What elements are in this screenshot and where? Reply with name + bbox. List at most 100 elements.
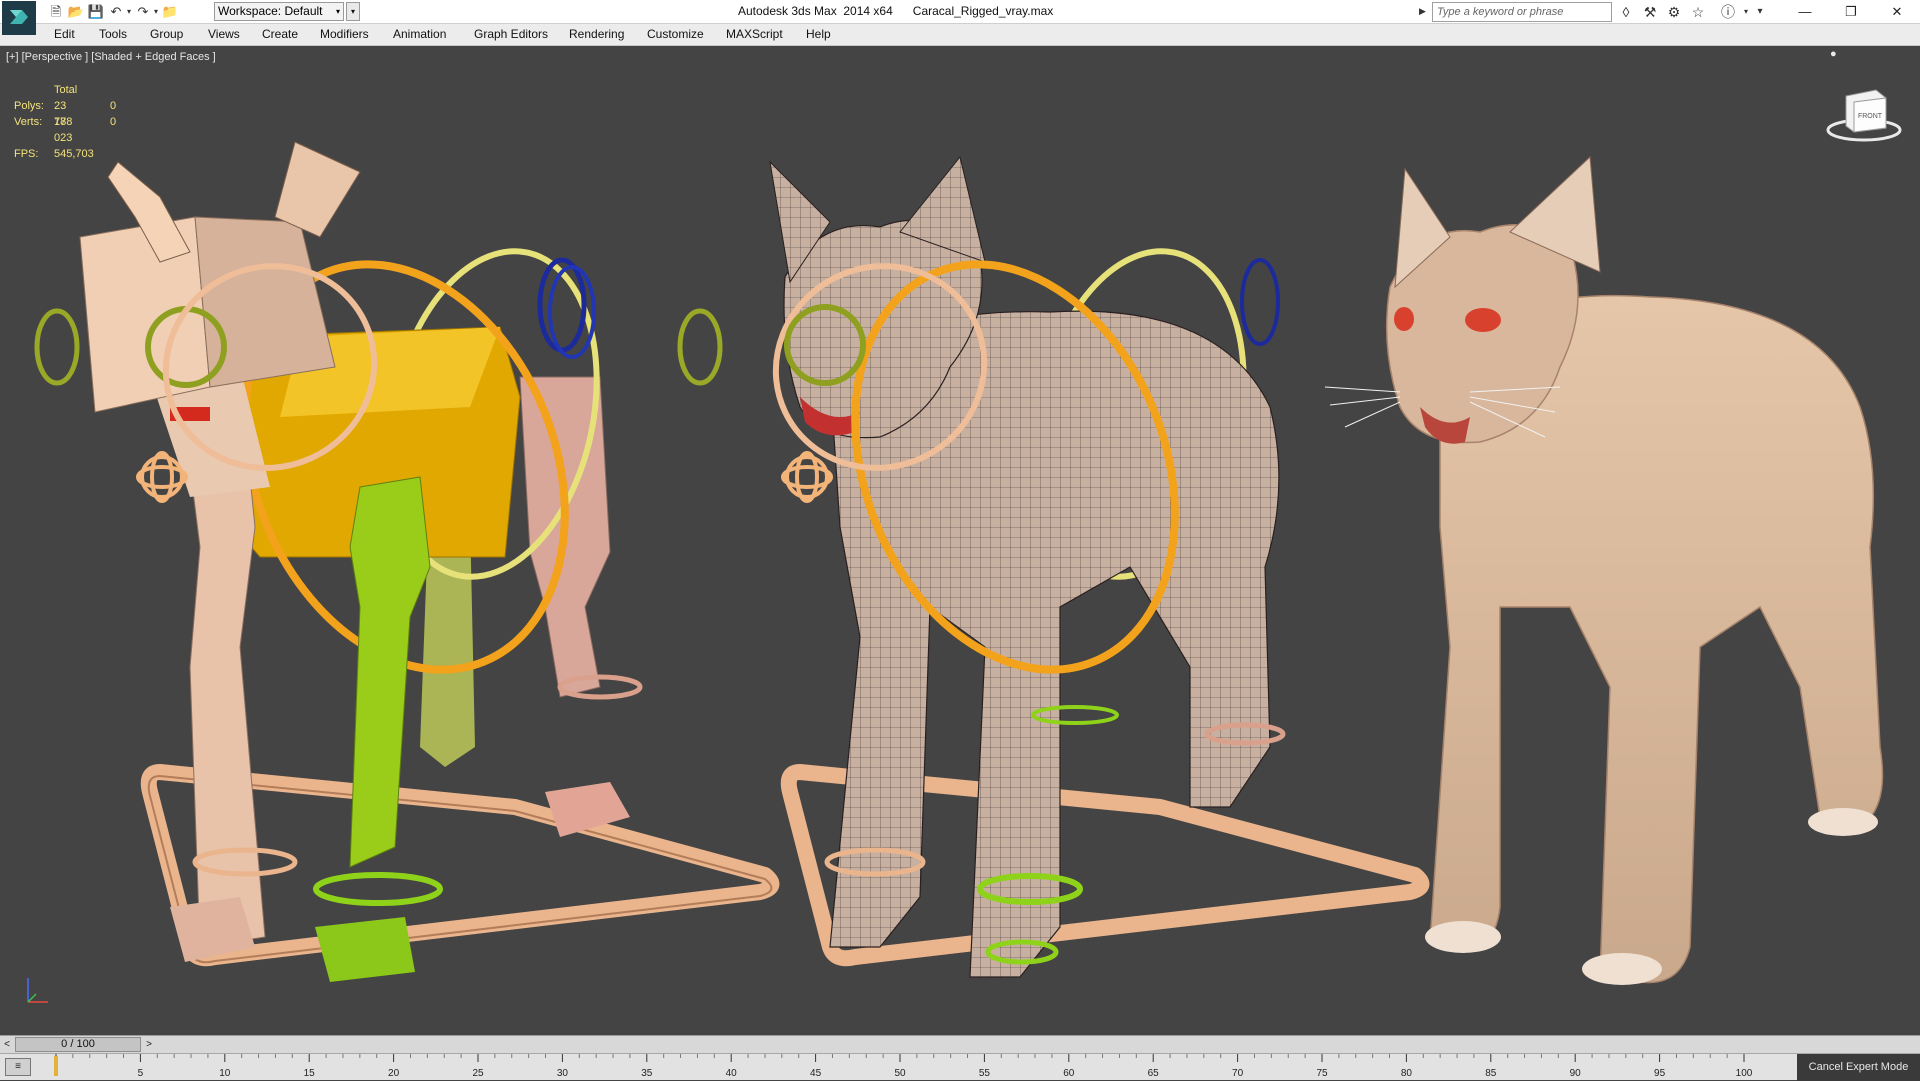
front-leg-left-bone[interactable] [184,426,266,948]
restore-icon[interactable]: ❐ [1828,0,1874,24]
current-frame-marker[interactable] [54,1056,58,1076]
head-side-bone[interactable] [194,216,336,388]
fps-label: FPS: [14,148,39,160]
time-slider[interactable]: 0 / 100 [15,1037,141,1052]
verts-value: 17 023 [54,116,73,144]
title-bar: 🗎 📂 💾 ↶ ▾ ↷ ▾ 📁 Workspace: Default ▾ ▾ A… [0,0,1920,35]
menu-edit[interactable]: Edit [54,27,75,41]
menu-group[interactable]: Group [150,27,183,41]
look-at-control-mid[interactable] [677,308,723,386]
menu-bar: Edit Tools Group Views Create Modifiers … [0,24,1920,46]
time-slider-bar: < 0 / 100 > [0,1035,1920,1053]
ruler-tick-label: 45 [810,1068,822,1079]
ruler-tick-label: 20 [388,1068,400,1079]
time-prev-icon[interactable]: < [0,1036,14,1053]
verts-label: Verts: [14,116,43,128]
polys-selected: 0 [110,100,117,112]
project-folder-icon[interactable]: 📁 [160,3,180,20]
ruler-tick-label: 65 [1148,1068,1160,1079]
minimize-icon[interactable]: — [1782,0,1828,24]
frame-ruler[interactable]: 5 10 15 20 25 30 35 40 45 50 55 60 65 70 75 80 85 90 95 100 [54,1054,1794,1081]
menu-maxscript[interactable]: MAXScript [726,27,783,41]
time-next-icon[interactable]: > [142,1036,156,1053]
viewcube-widget[interactable]: FRONT [1826,82,1902,146]
hip-ring-control-mid[interactable] [1240,258,1280,346]
paw-back-right [1808,808,1878,836]
ruler-tick-label: 15 [304,1068,316,1079]
ruler-tick-label: 5 [138,1068,144,1079]
chevron-down-icon: ▾ [335,7,340,16]
search-expand-icon[interactable]: ▶ [1419,3,1431,20]
ruler-tick-label: 10 [219,1068,231,1079]
eye-right [1465,308,1501,332]
ruler-tick-label: 30 [557,1068,569,1079]
menu-graph-editors[interactable]: Graph Editors [474,27,548,41]
ruler-tick-label: 25 [472,1068,484,1079]
menu-tools[interactable]: Tools [99,27,127,41]
ruler-tick-label: 55 [979,1068,991,1079]
menu-rendering[interactable]: Rendering [569,27,624,41]
stats-header: Total [54,84,78,96]
ruler-tick-label: 80 [1401,1068,1413,1079]
menu-views[interactable]: Views [208,27,240,41]
eye-left [1394,307,1414,331]
mini-curve-editor-icon[interactable]: ≡ [5,1058,31,1076]
bone-rig-model[interactable] [34,141,780,982]
ruler-tick-label: 35 [641,1068,653,1079]
viewcube-front-label[interactable]: FRONT [1858,113,1883,120]
menu-create[interactable]: Create [262,27,298,41]
menu-help[interactable]: Help [806,27,831,41]
ruler-tick-label: 50 [894,1068,906,1079]
ruler-tick-label: 60 [1063,1068,1075,1079]
front-leg-right-bone[interactable] [349,476,431,868]
workspace-dropdown[interactable]: Workspace: Default ▾ [214,2,344,21]
lock-icon[interactable]: ● [1830,48,1837,60]
axis-tripod-icon [27,978,48,1003]
ruler-tick-label: 90 [1570,1068,1582,1079]
fps-value: 545,703 [54,148,94,160]
verts-selected: 0 [110,116,117,128]
paw-front-left [1425,921,1501,953]
neck-knot-control-mid[interactable] [781,451,833,503]
ear-right-bone[interactable] [274,141,361,238]
paw-front-right [1582,953,1662,985]
cancel-expert-mode-button[interactable]: Cancel Expert Mode [1797,1054,1920,1081]
ruler-tick-label: 75 [1316,1068,1328,1079]
ruler-tick-label: 40 [726,1068,738,1079]
look-at-control[interactable] [34,308,80,386]
perspective-viewport[interactable]: [+] [Perspective ] [Shaded + Edged Faces… [0,47,1920,1035]
3dsmax-logo-icon [10,10,28,24]
more-icon[interactable]: ▾ [1750,3,1770,21]
rendered-caracal-model[interactable] [1324,155,1884,985]
ruler-tick-label: 95 [1654,1068,1666,1079]
open-folder-icon[interactable]: 📂 [66,3,86,20]
viewport-label[interactable]: [+] [Perspective ] [Shaded + Edged Faces… [6,51,216,63]
app-title: Autodesk 3ds Max 2014 x64 [738,4,893,18]
close-icon[interactable]: ✕ [1874,0,1920,24]
new-file-icon[interactable]: 🗎 [46,3,66,20]
communication-icon[interactable]: ⚙ [1664,3,1684,21]
scene-canvas[interactable] [0,47,1920,1035]
ruler-tick-label: 70 [1232,1068,1244,1079]
workspace-expand-button[interactable]: ▾ [346,2,360,21]
polys-label: Polys: [14,100,44,112]
window-title: Autodesk 3ds Max 2014 x64 Caracal_Rigged… [738,4,1053,18]
menu-customize[interactable]: Customize [647,27,704,41]
app-menu-button[interactable] [2,1,36,35]
front-foot-right-control[interactable] [313,872,443,906]
save-icon[interactable]: 💾 [86,3,106,20]
search-input[interactable]: Type a keyword or phrase [1432,2,1612,22]
help-icon[interactable]: ⓘ [1718,3,1738,21]
menu-animation[interactable]: Animation [393,27,446,41]
track-bar: ≡ 5 10 15 20 25 30 35 40 45 50 55 60 65 70 75 80 85 90 95 1… [0,1053,1920,1081]
workspace-label: Workspace: Default [218,4,323,18]
ruler-tick-label: 85 [1485,1068,1497,1079]
wireframe-caracal-model[interactable] [677,155,1430,978]
front-foot-right-bone[interactable] [315,917,415,982]
tools-icon[interactable]: ⚒ [1640,3,1660,21]
binoculars-icon[interactable]: ◊ [1616,3,1636,21]
file-name: Caracal_Rigged_vray.max [912,4,1054,18]
star-icon[interactable]: ☆ [1688,3,1708,21]
ruler-tick-label: 100 [1736,1068,1753,1079]
menu-modifiers[interactable]: Modifiers [320,27,369,41]
